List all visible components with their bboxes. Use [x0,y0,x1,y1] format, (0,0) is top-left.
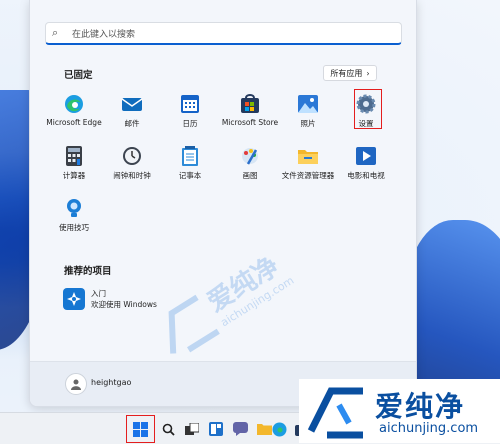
app-photos[interactable]: 照片 [279,93,337,129]
task-view-icon [185,422,199,435]
windows-logo-icon [132,421,148,437]
tips-icon [63,197,85,219]
watermark-logo-icon [307,387,363,439]
watermark-badge: 爱纯净 aichunjing.com [299,379,500,443]
user-icon [71,379,81,390]
taskbar-edge[interactable] [271,421,287,437]
folder-icon [297,145,319,167]
app-alarms-clock[interactable]: 闹钟和时钟 [103,145,161,181]
calendar-icon [179,93,201,115]
photos-icon [297,93,319,115]
app-calendar[interactable]: 日历 [161,93,219,129]
mail-icon [121,93,143,115]
search-button[interactable] [160,421,176,437]
watermark-badge-text: 爱纯净 [375,390,466,423]
app-mail[interactable]: 邮件 [103,93,161,129]
search-box[interactable]: ⌕ 在此键入以搜索 [45,22,402,45]
search-icon: ⌕ [52,26,59,39]
watermark-badge-url: aichunjing.com [379,421,479,436]
avatar[interactable] [65,373,87,395]
edge-icon [272,422,286,436]
app-notepad[interactable]: 记事本 [161,145,219,181]
widgets-button[interactable] [208,421,224,437]
app-label: 电影和电视 [347,171,385,180]
movies-icon [355,145,377,167]
notepad-icon [179,145,201,167]
app-label: 记事本 [178,171,202,180]
clock-icon [121,145,143,167]
app-calculator[interactable]: 计算器 [45,145,103,181]
all-apps-button[interactable]: 所有应用 › [323,65,377,81]
app-label: 文件资源管理器 [281,171,335,180]
app-paint[interactable]: 画图 [221,145,279,181]
calculator-icon [63,145,85,167]
user-name[interactable]: heightgao [91,378,131,387]
app-label: 照片 [300,119,316,128]
paint-icon [239,145,261,167]
app-label: Microsoft Edge [46,118,102,127]
app-movies-tv[interactable]: 电影和电视 [337,145,395,181]
store-icon [239,93,261,115]
highlight-box [354,89,382,129]
app-label: 使用技巧 [59,223,89,232]
start-button[interactable] [132,421,148,437]
get-started-icon [63,288,85,310]
search-icon [162,423,175,436]
folder-icon [256,424,272,435]
app-label: 邮件 [124,119,140,128]
chat-icon [232,422,248,436]
app-file-explorer[interactable]: 文件资源管理器 [279,145,337,181]
task-view-button[interactable] [184,421,200,437]
app-label: 计算器 [62,171,86,180]
app-label: Microsoft Store [221,118,279,127]
edge-icon [63,93,85,115]
app-label: 画图 [242,171,258,180]
widgets-icon [209,422,223,436]
all-apps-label: 所有应用 [330,68,363,78]
pinned-title: 已固定 [64,70,93,81]
app-microsoft-edge[interactable]: Microsoft Edge [45,93,103,127]
search-placeholder: 在此键入以搜索 [72,29,136,40]
taskbar-file-explorer[interactable] [256,421,272,437]
recommended-item-title: 入门 [91,289,106,298]
teams-chat-button[interactable] [232,421,248,437]
app-tips[interactable]: 使用技巧 [45,197,103,233]
app-microsoft-store[interactable]: Microsoft Store [221,93,279,127]
app-label: 闹钟和时钟 [113,171,151,180]
chevron-right-icon: › [366,68,370,78]
recommended-title: 推荐的项目 [64,266,112,277]
app-label: 日历 [182,119,198,128]
